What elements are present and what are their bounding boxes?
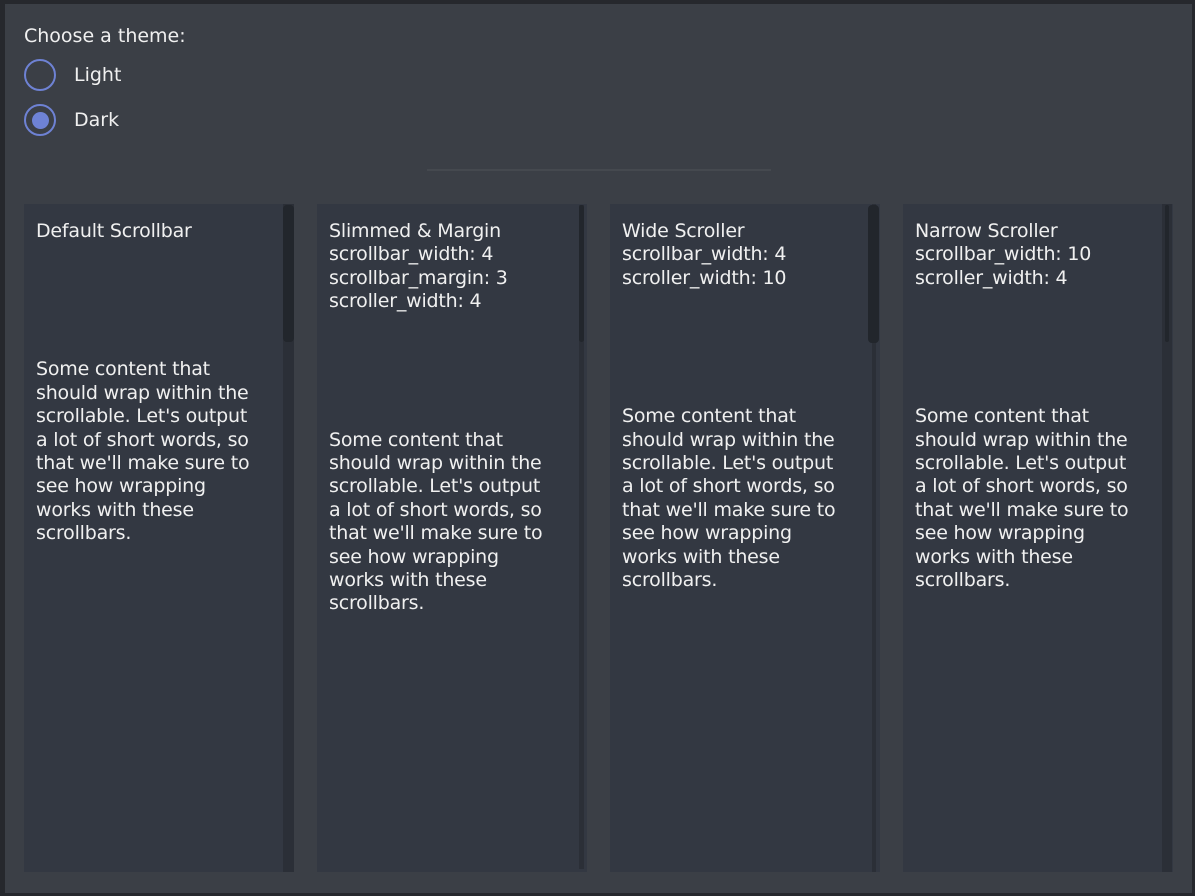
scrollbar-thumb[interactable]: [283, 205, 294, 342]
scrollbar-demo-row: Default Scrollbar Some content that shou…: [24, 204, 1173, 872]
panel-body-text: Some content that should wrap within the…: [36, 358, 272, 545]
panel-wide-scroller[interactable]: Wide Scroller scrollbar_width: 4 scrolle…: [610, 204, 880, 872]
radio-button-icon[interactable]: [24, 104, 56, 136]
radio-option-dark[interactable]: Dark: [24, 104, 119, 136]
panel-body-text: Some content that should wrap within the…: [622, 405, 858, 592]
scrollbar-thumb[interactable]: [868, 205, 879, 343]
radio-option-light[interactable]: Light: [24, 59, 121, 91]
panel-title: Slimmed & Margin scrollbar_width: 4 scro…: [329, 220, 565, 314]
horizontal-divider: [427, 169, 771, 171]
scrollbar-thumb[interactable]: [579, 205, 584, 342]
panel-body-text: Some content that should wrap within the…: [915, 405, 1151, 592]
theme-chooser-label: Choose a theme:: [24, 24, 186, 48]
panel-default-scrollbar[interactable]: Default Scrollbar Some content that shou…: [24, 204, 294, 872]
panel-title: Wide Scroller scrollbar_width: 4 scrolle…: [622, 220, 858, 290]
radio-button-icon[interactable]: [24, 59, 56, 91]
scrollbar-thumb[interactable]: [1165, 205, 1169, 342]
panel-body-text: Some content that should wrap within the…: [329, 429, 565, 616]
panel-title: Default Scrollbar: [36, 220, 272, 243]
radio-option-label: Light: [74, 64, 121, 86]
panel-narrow-scroller[interactable]: Narrow Scroller scrollbar_width: 10 scro…: [903, 204, 1173, 872]
radio-option-label: Dark: [74, 109, 119, 131]
panel-title: Narrow Scroller scrollbar_width: 10 scro…: [915, 220, 1151, 290]
panel-slimmed-margin[interactable]: Slimmed & Margin scrollbar_width: 4 scro…: [317, 204, 587, 872]
radio-selected-dot: [32, 112, 49, 129]
